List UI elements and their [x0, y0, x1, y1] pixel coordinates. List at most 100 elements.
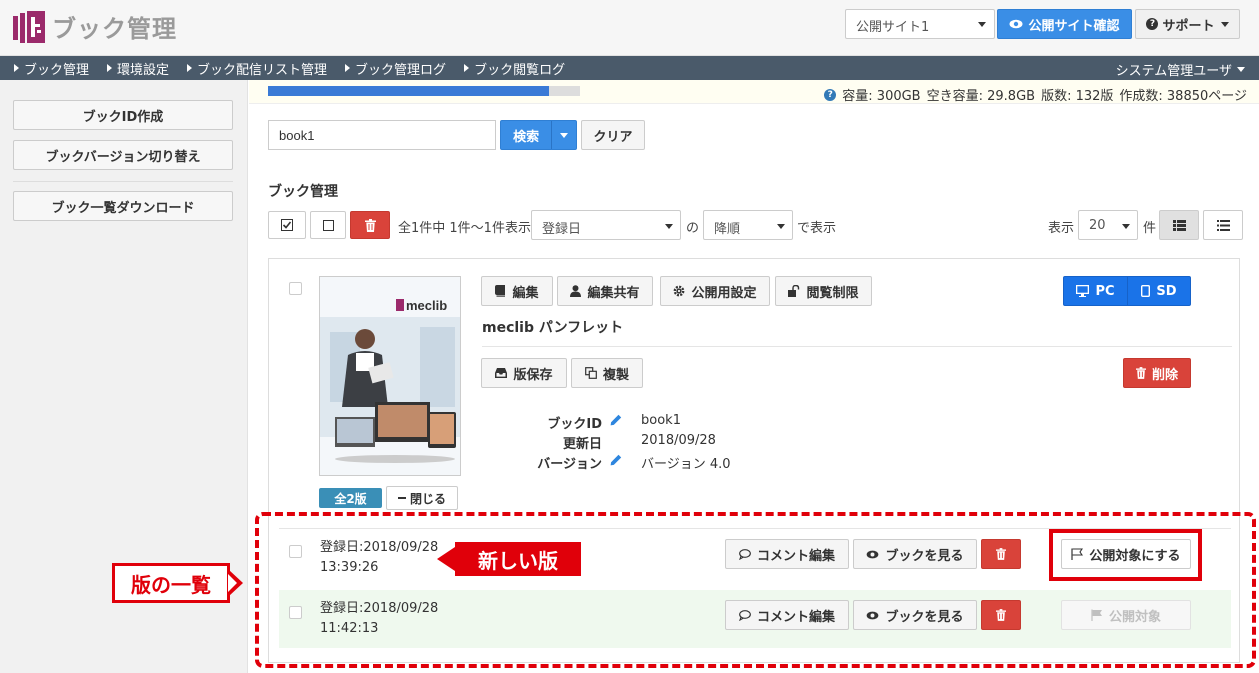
download-book-list-button[interactable]: ブック一覧ダウンロード [13, 191, 233, 221]
publish-settings-label: 公開用設定 [691, 285, 757, 301]
save-version-button[interactable]: 版保存 [481, 358, 567, 388]
create-book-id-button[interactable]: ブックID作成 [13, 100, 233, 130]
new-version-callout: 新しい版 [455, 542, 581, 576]
card-divider [482, 346, 1232, 347]
caret-down-icon [1122, 224, 1130, 229]
pc-label: PC [1095, 283, 1115, 299]
edit-share-button[interactable]: 編集共有 [557, 276, 653, 306]
public-site-check-label: 公開サイト確認 [1028, 18, 1120, 34]
duplicate-label: 複製 [602, 367, 629, 383]
sort-field-select[interactable]: 登録日 [531, 210, 681, 240]
thumb-brand-text: meclib [406, 298, 447, 313]
checked-box-icon [281, 219, 293, 231]
version-label: バージョン [537, 457, 602, 472]
book-thumbnail[interactable]: meclib [319, 276, 461, 476]
delete-book-button[interactable]: 削除 [1123, 358, 1191, 388]
per-page-unit: 件 [1143, 221, 1157, 236]
pc-view-button[interactable]: PC [1063, 276, 1128, 306]
storage-progress-bar [268, 86, 580, 96]
access-limit-button[interactable]: 閲覧制限 [775, 276, 872, 306]
edit-version-pencil-icon[interactable] [610, 454, 622, 466]
nav-label: ブック管理 [24, 62, 90, 78]
book-id-label: ブックID [547, 417, 602, 432]
unlock-icon [788, 285, 800, 297]
per-page-value: 20 [1089, 218, 1106, 233]
clear-button[interactable]: クリア [581, 120, 645, 150]
user-menu[interactable]: システム管理ユーザ [1116, 60, 1245, 79]
grid-view-button[interactable] [1159, 210, 1199, 240]
book-cover-image: meclib [320, 277, 460, 475]
new-version-arrow-icon [437, 547, 455, 571]
close-versions-button[interactable]: 閉じる [386, 486, 458, 510]
user-icon [570, 285, 582, 297]
duplicate-button[interactable]: 複製 [571, 358, 643, 388]
copy-icon [585, 367, 597, 379]
deselect-all-button[interactable] [310, 211, 346, 239]
trash-icon [1135, 367, 1146, 379]
book-select-checkbox[interactable] [289, 282, 302, 295]
site-select-value: 公開サイト1 [856, 20, 930, 35]
nav-label: 環境設定 [117, 62, 170, 78]
sd-label: SD [1156, 283, 1177, 299]
storage-info-bar: ? 容量: 300GB 空き容量: 29.8GB 版数: 132版 作成数: 3… [249, 80, 1259, 104]
result-count-text: 全1件中 1件～1件表示 [398, 221, 531, 236]
sort-order-value: 降順 [714, 222, 741, 237]
triangle-right-icon [187, 64, 193, 72]
updated-label: 更新日 [562, 437, 602, 452]
monitor-icon [1076, 285, 1090, 297]
edit-share-label: 編集共有 [587, 285, 640, 301]
search-button-label: 検索 [513, 129, 540, 145]
edit-book-id-pencil-icon[interactable] [610, 414, 622, 426]
per-page-select[interactable]: 20 [1078, 210, 1138, 240]
select-all-button[interactable] [268, 211, 306, 239]
eye-icon [1009, 19, 1023, 29]
triangle-right-icon [107, 64, 113, 72]
book-id-value: book1 [641, 413, 681, 428]
nav-item-view-log[interactable]: ブック閲覧ログ [464, 59, 565, 78]
updated-value: 2018/09/28 [641, 433, 716, 448]
caret-down-icon [978, 22, 986, 27]
nav-item-management-log[interactable]: ブック管理ログ [345, 59, 446, 78]
logo-mark-icon [12, 10, 46, 44]
edit-button[interactable]: 編集 [481, 276, 553, 306]
list-icon [1216, 219, 1230, 231]
trash-icon [364, 218, 376, 232]
save-version-label: 版保存 [513, 367, 553, 383]
edit-button-label: 編集 [512, 285, 539, 301]
sidebar-divider [13, 181, 233, 182]
bulk-delete-button[interactable] [350, 211, 390, 239]
search-options-toggle[interactable] [551, 121, 576, 149]
search-input[interactable] [268, 120, 496, 150]
inbox-icon [495, 368, 508, 378]
nav-item-distribution-list[interactable]: ブック配信リスト管理 [187, 59, 327, 78]
book-icon [495, 285, 506, 297]
site-select[interactable]: 公開サイト1 [845, 9, 995, 39]
version-list-callout: 版の一覧 [112, 563, 230, 603]
help-icon[interactable]: ? [824, 88, 837, 101]
caret-down-icon [1220, 21, 1229, 27]
app-header: ブック管理 公開サイト1 公開サイト確認 ? サポート [0, 0, 1259, 56]
capacity-text: 容量: 300GB [842, 89, 921, 104]
minus-icon [397, 497, 406, 499]
caret-down-icon [665, 224, 673, 229]
sort-field-value: 登録日 [542, 222, 582, 237]
storage-progress-fill [268, 86, 549, 96]
caret-down-icon [1237, 67, 1245, 72]
triangle-right-icon [345, 64, 351, 72]
nav-item-settings[interactable]: 環境設定 [107, 59, 169, 78]
support-button[interactable]: ? サポート [1135, 9, 1240, 39]
sort-order-select[interactable]: 降順 [703, 210, 793, 240]
app-logo[interactable]: ブック管理 [12, 9, 177, 44]
section-title: ブック管理 [268, 184, 338, 200]
public-site-check-button[interactable]: 公開サイト確認 [997, 9, 1132, 39]
nav-label: ブック閲覧ログ [474, 62, 566, 78]
switch-book-version-button[interactable]: ブックバージョン切り替え [13, 140, 233, 170]
close-versions-label: 閉じる [409, 491, 446, 506]
per-page-label: 表示 [1048, 221, 1075, 236]
list-view-button[interactable] [1203, 210, 1243, 240]
sd-view-button[interactable]: SD [1127, 276, 1191, 306]
publish-settings-button[interactable]: 公開用設定 [660, 276, 770, 306]
mobile-icon [1141, 285, 1151, 297]
search-button[interactable]: 検索 [500, 120, 577, 150]
nav-item-book-management[interactable]: ブック管理 [14, 59, 89, 78]
